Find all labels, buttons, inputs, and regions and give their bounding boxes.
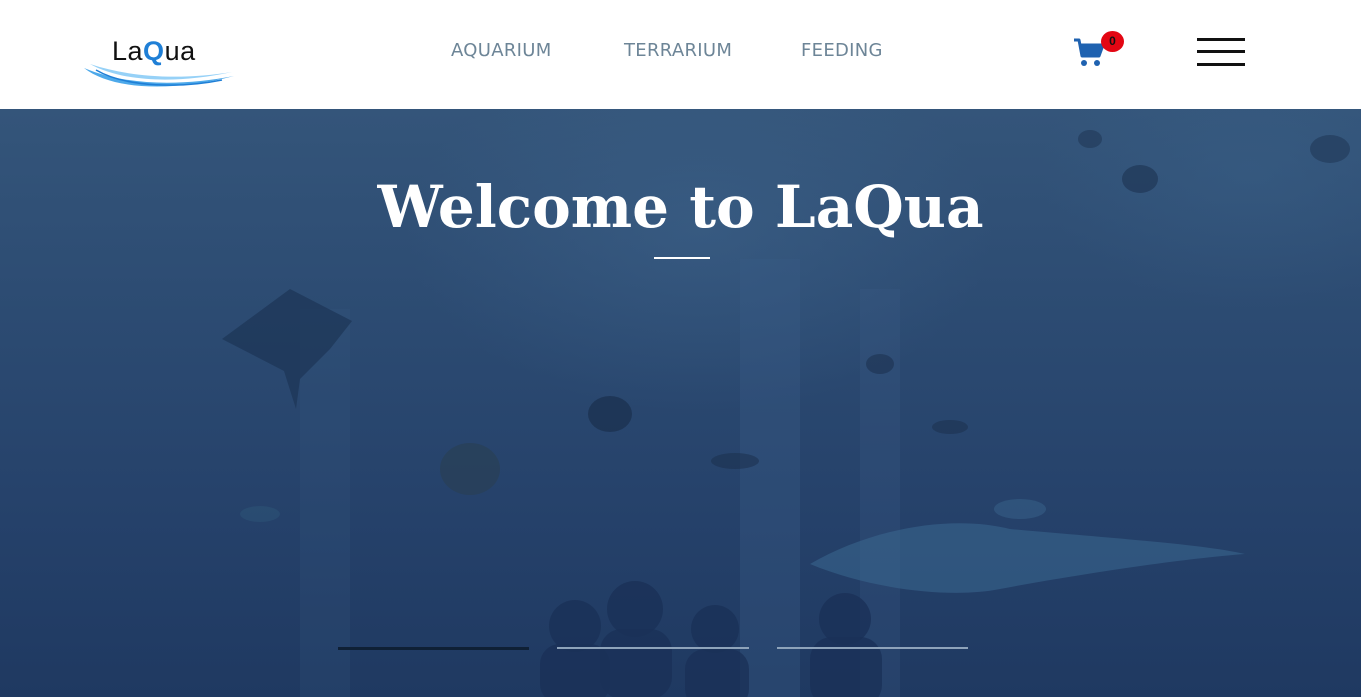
- hamburger-menu-icon[interactable]: [1197, 38, 1245, 68]
- nav-feeding[interactable]: FEEDING: [801, 40, 883, 61]
- slide-indicator-2[interactable]: [557, 647, 749, 649]
- nav-terrarium[interactable]: TERRARIUM: [624, 40, 732, 61]
- site-header: LaQua AQUARIUM TERRARIUM FEEDING 0: [0, 0, 1361, 109]
- title-divider: [654, 257, 710, 259]
- hero-banner: Welcome to LaQua: [0, 109, 1361, 697]
- nav-aquarium[interactable]: AQUARIUM: [451, 40, 552, 61]
- main-nav: AQUARIUM TERRARIUM FEEDING: [0, 40, 1361, 66]
- slide-indicator-1[interactable]: [338, 647, 529, 650]
- slide-indicator-3[interactable]: [777, 647, 968, 649]
- hero-title: Welcome to LaQua: [377, 173, 984, 241]
- cart-count-badge: 0: [1101, 31, 1124, 52]
